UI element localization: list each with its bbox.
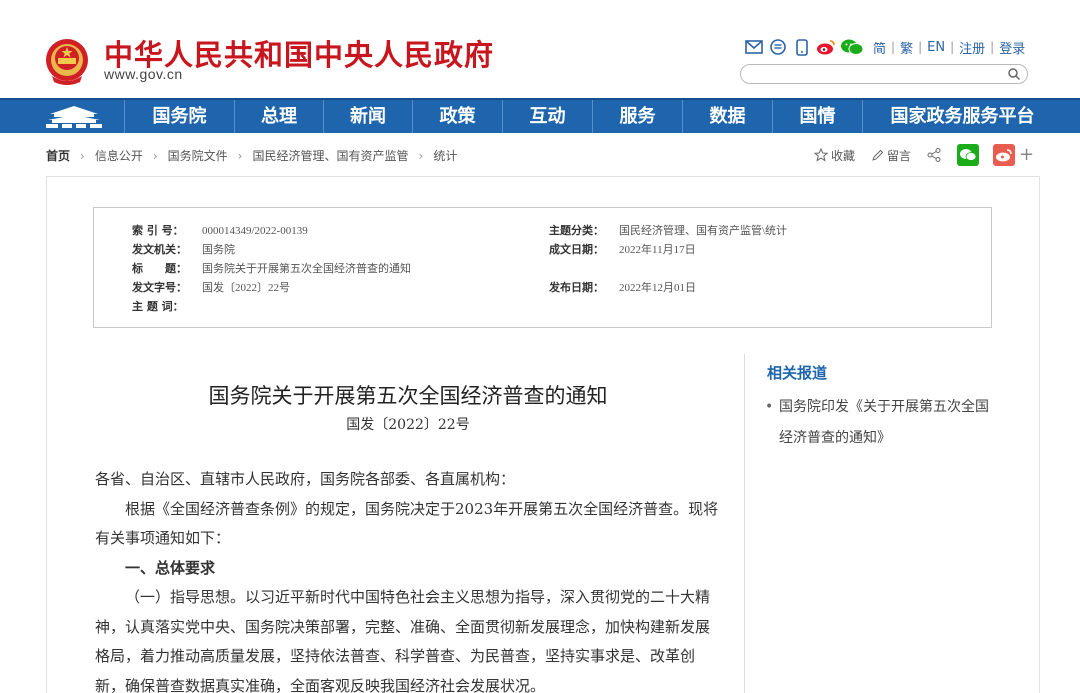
nav-item-hudong[interactable]: 互动 [502, 100, 592, 133]
article-paragraph: 各省、自治区、直辖市人民政府，国务院各部委、各直属机构： [95, 470, 516, 488]
favorite-button[interactable]: 收藏 [814, 147, 855, 164]
meta-issuer: 发文机关： 国务院 [132, 243, 235, 256]
search-box [740, 64, 1028, 85]
comment-button[interactable]: 留言 [871, 147, 911, 164]
chevron-right-icon: › [152, 149, 158, 163]
meta-keywords: 主 题 词： [132, 300, 184, 313]
mobile-icon[interactable] [792, 37, 812, 57]
more-share-icon[interactable]: + [1019, 146, 1034, 164]
breadcrumb-item[interactable]: 国民经济管理、国有资产监管 [252, 149, 408, 163]
nav-item-zhengwu-platform[interactable]: 国家政务服务平台 [862, 100, 1062, 133]
meta-title: 标 题： 国务院关于开展第五次全国经济普查的通知 [132, 262, 411, 275]
article-section-heading: 一、总体要求 [125, 558, 216, 577]
meta-docno: 发文字号： 国发〔2022〕22号 [132, 281, 290, 294]
star-icon [814, 148, 828, 162]
breadcrumb-item[interactable]: 国务院文件 [168, 149, 228, 163]
related-reports-sidebar: 相关报道 • 国务院印发《关于开展第五次全国经济普查的通知》 [744, 354, 1040, 693]
nav-item-guowuyuan[interactable]: 国务院 [124, 100, 234, 133]
favorite-label: 收藏 [831, 148, 856, 163]
message-icon[interactable] [768, 37, 788, 57]
national-emblem-icon[interactable] [44, 36, 90, 86]
wechat-icon[interactable] [840, 37, 864, 57]
article-paragraph: （一）指导思想。以习近平新时代中国特色社会主义思想为指导，深入贯彻党的二十大精神… [95, 588, 711, 693]
breadcrumb-home[interactable]: 首页 [46, 149, 70, 163]
lang-traditional-link[interactable]: 繁 [895, 38, 918, 57]
login-link[interactable]: 登录 [994, 38, 1030, 57]
nav-item-xinwen[interactable]: 新闻 [323, 100, 412, 133]
nav-item-zhengce[interactable]: 政策 [412, 100, 502, 133]
meta-date: 成文日期： 2022年11月17日 [549, 243, 696, 256]
meta-index: 索 引 号： 000014349/2022-00139 [132, 224, 308, 237]
tiananmen-icon[interactable] [44, 104, 104, 130]
chevron-right-icon: › [80, 149, 85, 163]
nav-item-zongli[interactable]: 总理 [234, 100, 323, 133]
document-meta-table: 索 引 号： 000014349/2022-00139 主题分类： 国民经济管理、国… [93, 207, 992, 328]
related-report-link[interactable]: • 国务院印发《关于开展第五次全国经济普查的通知》 [765, 392, 995, 454]
mail-icon[interactable] [744, 37, 764, 57]
site-url[interactable]: www.gov.cn [104, 66, 183, 82]
breadcrumb-item[interactable]: 统计 [433, 149, 457, 163]
nav-item-shuju[interactable]: 数据 [682, 100, 772, 133]
article-title: 国务院关于开展第五次全国经济普查的通知 [208, 384, 608, 408]
article-doc-number: 国发〔2022〕22号 [346, 417, 470, 433]
meta-topic: 主题分类： 国民经济管理、国有资产监管\统计 [549, 224, 788, 237]
share-icon [927, 148, 941, 162]
weibo-icon[interactable] [816, 37, 836, 57]
chevron-right-icon: › [418, 149, 424, 163]
article-paragraph: 根据《全国经济普查条例》的规定，国务院决定于2023年开展第五次全国经济普查。现… [95, 499, 719, 548]
wechat-icon [960, 149, 977, 161]
breadcrumb-item[interactable]: 信息公开 [95, 149, 143, 163]
breadcrumb: 首页 › 信息公开 › 国务院文件 › 国民经济管理、国有资产监管 › 统计 [46, 147, 457, 164]
weibo-icon [996, 149, 1012, 162]
nav-item-fuwu[interactable]: 服务 [592, 100, 682, 133]
nav-item-guoqing[interactable]: 国情 [772, 100, 862, 133]
meta-publish: 发布日期： 2022年12月01日 [549, 281, 696, 294]
search-input[interactable] [751, 67, 1001, 85]
lang-english-link[interactable]: EN [922, 40, 950, 55]
site-header: 中华人民共和国中央人民政府 www.gov.cn 简 | 繁 | EN | 注册… [0, 0, 1080, 98]
related-reports-title: 相关报道 [767, 364, 828, 382]
article-body: 各省、自治区、直辖市人民政府，国务院各部委、各直属机构： 根据《全国经济普查条例… [95, 465, 723, 693]
share-wechat-button[interactable] [957, 144, 980, 166]
lang-simplified-link[interactable]: 简 [868, 38, 891, 57]
top-tools: 简 | 繁 | EN | 注册 | 登录 [744, 37, 1030, 57]
chevron-right-icon: › [237, 149, 243, 163]
share-button[interactable] [927, 148, 941, 162]
bullet-icon: • [765, 399, 774, 415]
comment-label: 留言 [887, 148, 912, 163]
pencil-icon [872, 149, 884, 161]
share-weibo-button[interactable] [993, 144, 1016, 166]
search-icon[interactable] [1007, 67, 1021, 81]
article-actions: 收藏 留言 + [814, 144, 1034, 166]
main-nav: 国务院 总理 新闻 政策 互动 服务 数据 国情 国家政务服务平台 [0, 98, 1080, 133]
register-link[interactable]: 注册 [954, 38, 990, 57]
